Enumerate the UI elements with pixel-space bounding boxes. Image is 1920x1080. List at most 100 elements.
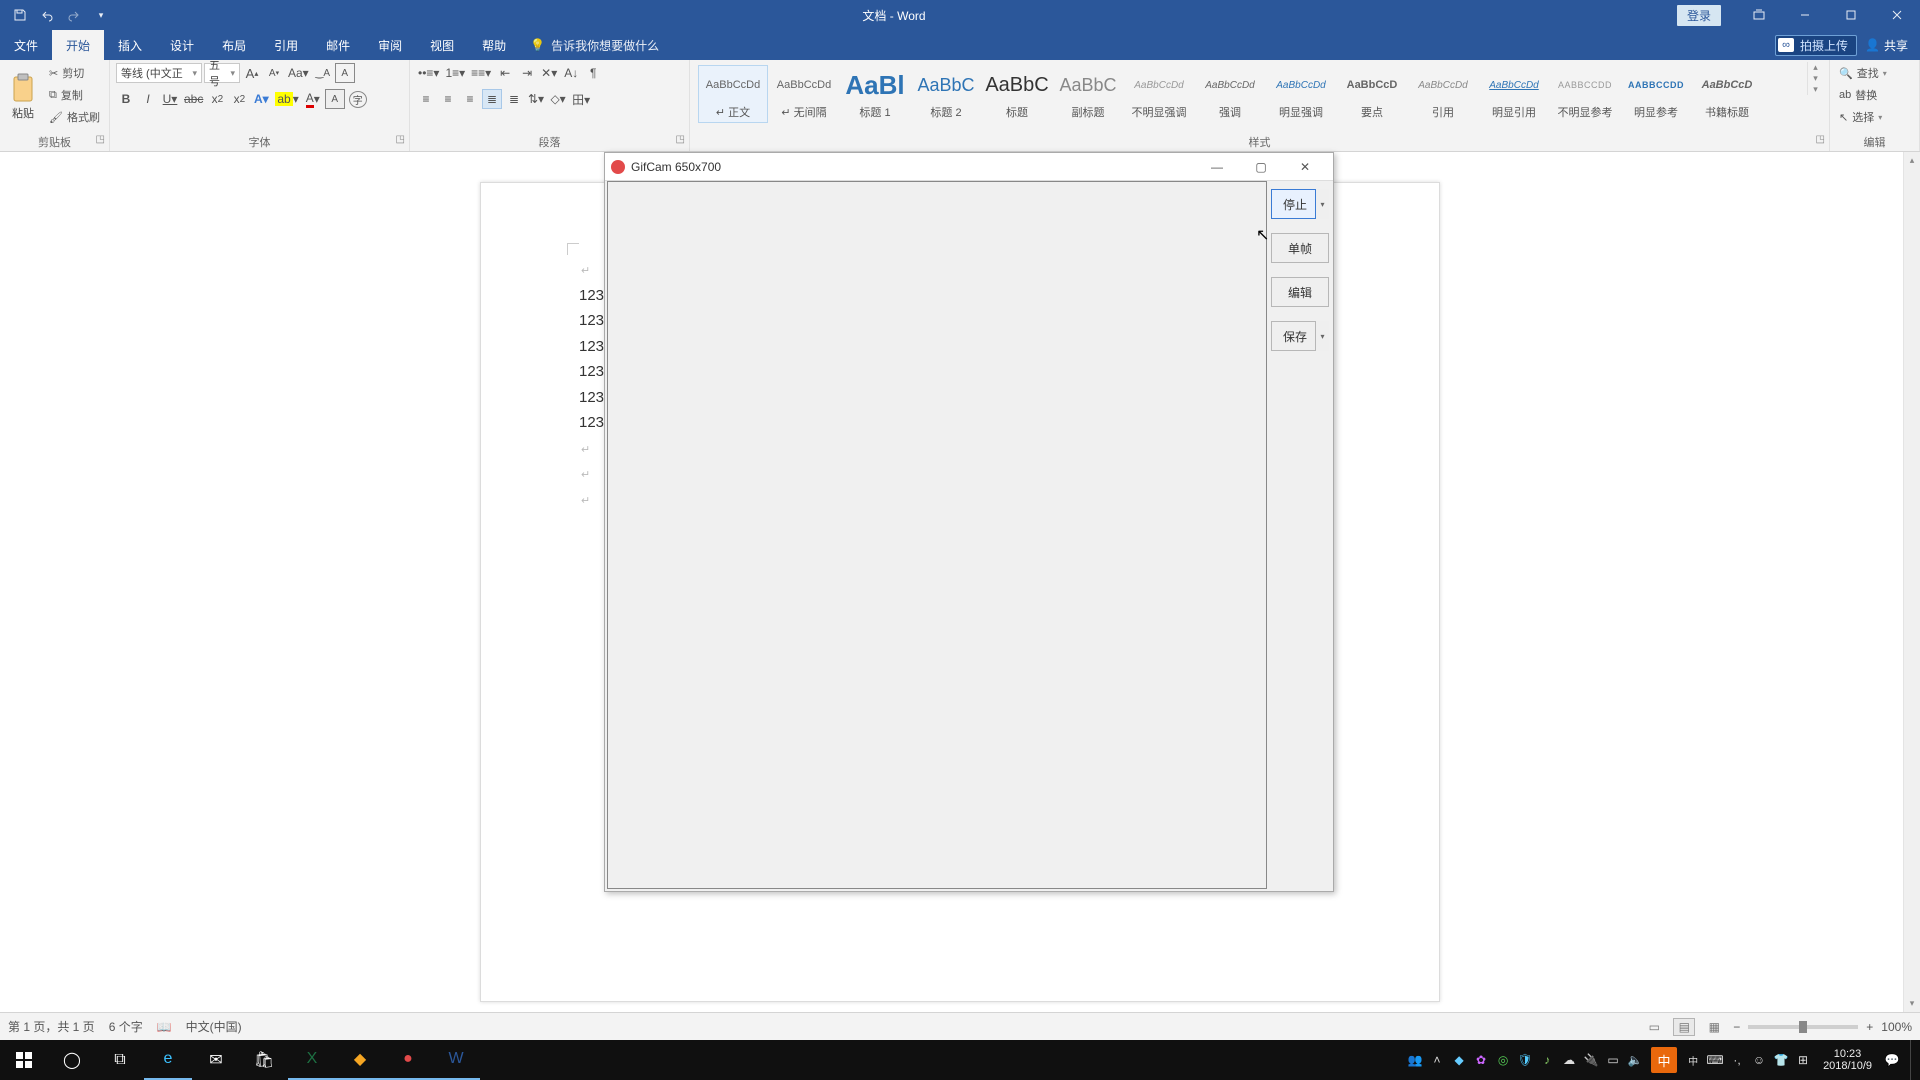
- style-item-9[interactable]: AaBbCcD要点: [1337, 65, 1407, 123]
- taskbar-word[interactable]: W: [432, 1040, 480, 1080]
- chevron-down-icon[interactable]: ▾: [1315, 321, 1329, 351]
- tray-note-icon[interactable]: ♪: [1537, 1040, 1557, 1080]
- underline-button[interactable]: U▾: [160, 89, 180, 109]
- gifcam-save-button[interactable]: 保存 ▾: [1271, 321, 1329, 351]
- show-marks-button[interactable]: ¶: [583, 63, 603, 83]
- zoom-in-button[interactable]: +: [1866, 1020, 1873, 1034]
- style-item-10[interactable]: AaBbCcDd引用: [1408, 65, 1478, 123]
- start-button[interactable]: [0, 1040, 48, 1080]
- tray-network-icon[interactable]: ▭: [1603, 1040, 1623, 1080]
- tray-app1-icon[interactable]: ◆: [1449, 1040, 1469, 1080]
- tray-app2-icon[interactable]: ✿: [1471, 1040, 1491, 1080]
- decrease-indent-button[interactable]: ⇤: [495, 63, 515, 83]
- styles-scroll-down[interactable]: ▾: [1808, 73, 1823, 84]
- gifcam-close-icon[interactable]: ✕: [1283, 155, 1327, 179]
- style-item-6[interactable]: AaBbCcDd不明显强调: [1124, 65, 1194, 123]
- tray-shield-icon[interactable]: ◎: [1493, 1040, 1513, 1080]
- style-item-1[interactable]: AaBbCcDd↵ 无间隔: [769, 65, 839, 123]
- tab-file[interactable]: 文件: [0, 30, 52, 60]
- tab-insert[interactable]: 插入: [104, 30, 156, 60]
- font-size-combo[interactable]: 五号▾: [204, 63, 240, 83]
- redo-icon[interactable]: [64, 5, 84, 25]
- minimize-icon[interactable]: [1782, 0, 1828, 30]
- tab-help[interactable]: 帮助: [468, 30, 520, 60]
- styles-gallery[interactable]: AaBbCcDd↵ 正文AaBbCcDd↵ 无间隔AaBl标题 1 AaBbC标题…: [696, 62, 1801, 126]
- spellcheck-icon[interactable]: 📖: [157, 1020, 172, 1034]
- bold-button[interactable]: B: [116, 89, 136, 109]
- qat-customize-icon[interactable]: ▾: [91, 5, 111, 25]
- shading-button[interactable]: ◇▾: [548, 89, 568, 109]
- scroll-track[interactable]: [1904, 169, 1920, 995]
- tray-people-icon[interactable]: 👥: [1405, 1040, 1425, 1080]
- scroll-down-icon[interactable]: ▾: [1904, 995, 1920, 1012]
- language-indicator[interactable]: 中文(中国): [186, 1018, 242, 1035]
- tray-power-icon[interactable]: 🔌: [1581, 1040, 1601, 1080]
- tray-volume-icon[interactable]: 🔈: [1625, 1040, 1645, 1080]
- share-button[interactable]: 👤 共享: [1865, 37, 1908, 54]
- gifcam-capture-area[interactable]: [607, 181, 1267, 889]
- save-icon[interactable]: [10, 5, 30, 25]
- increase-indent-button[interactable]: ⇥: [517, 63, 537, 83]
- tray-ime-lang-icon[interactable]: 中: [1683, 1040, 1703, 1080]
- styles-launcher-icon[interactable]: ◳: [1816, 134, 1825, 145]
- justify-button[interactable]: ≣: [482, 89, 502, 109]
- style-item-4[interactable]: AaBbC标题: [982, 65, 1052, 123]
- zoom-thumb[interactable]: [1799, 1021, 1807, 1033]
- font-launcher-icon[interactable]: ◳: [396, 134, 405, 145]
- zoom-slider[interactable]: [1748, 1025, 1858, 1029]
- find-button[interactable]: 🔍查找▾: [1836, 62, 1890, 84]
- show-desktop-button[interactable]: [1910, 1040, 1916, 1080]
- tray-up-icon[interactable]: ˄: [1427, 1040, 1447, 1080]
- cut-button[interactable]: ✂剪切: [46, 62, 103, 84]
- login-button[interactable]: 登录: [1677, 5, 1721, 26]
- cloud-upload-button[interactable]: ∞ 拍摄上传: [1775, 35, 1857, 56]
- read-mode-icon[interactable]: ▭: [1643, 1018, 1665, 1036]
- paragraph-launcher-icon[interactable]: ◳: [676, 134, 685, 145]
- style-item-11[interactable]: AaBbCcDd明显引用: [1479, 65, 1549, 123]
- tab-layout[interactable]: 布局: [208, 30, 260, 60]
- enclose-char-button[interactable]: 字: [347, 89, 369, 109]
- chevron-down-icon[interactable]: ▾: [1315, 189, 1329, 219]
- tab-mailings[interactable]: 邮件: [312, 30, 364, 60]
- tray-punct-icon[interactable]: ·,: [1727, 1040, 1747, 1080]
- gifcam-frame-button[interactable]: 单帧: [1271, 233, 1329, 263]
- tab-review[interactable]: 审阅: [364, 30, 416, 60]
- char-shading-button[interactable]: A: [325, 89, 345, 109]
- ribbon-display-options-icon[interactable]: [1736, 0, 1782, 30]
- tell-me-search[interactable]: 💡 告诉我你想要做什么: [520, 30, 669, 60]
- taskbar-app-orange[interactable]: ◆: [336, 1040, 384, 1080]
- taskbar-clock[interactable]: 10:23 2018/10/9: [1815, 1048, 1880, 1072]
- align-right-button[interactable]: ≡: [460, 89, 480, 109]
- format-painter-button[interactable]: 🖌格式刷: [46, 106, 103, 128]
- scroll-up-icon[interactable]: ▴: [1904, 152, 1920, 169]
- print-layout-icon[interactable]: ▤: [1673, 1018, 1695, 1036]
- strike-button[interactable]: abc: [182, 89, 205, 109]
- highlight-button[interactable]: ab▾: [273, 89, 300, 109]
- styles-scroll-up[interactable]: ▴: [1808, 62, 1823, 73]
- style-item-5[interactable]: AaBbC副标题: [1053, 65, 1123, 123]
- font-color-button[interactable]: A▾: [303, 89, 323, 109]
- taskbar-mail[interactable]: ✉: [192, 1040, 240, 1080]
- tray-toolbox-icon[interactable]: ⊞: [1793, 1040, 1813, 1080]
- close-icon[interactable]: [1874, 0, 1920, 30]
- styles-expand[interactable]: ▾: [1808, 84, 1823, 95]
- gifcam-stop-button[interactable]: 停止 ▾: [1271, 189, 1329, 219]
- borders-button[interactable]: 田▾: [570, 89, 592, 109]
- style-item-2[interactable]: AaBl标题 1: [840, 65, 910, 123]
- select-button[interactable]: ↖选择▾: [1836, 106, 1890, 128]
- taskbar-store[interactable]: 🛍: [240, 1040, 288, 1080]
- tray-cloud-icon[interactable]: ☁: [1559, 1040, 1579, 1080]
- multilevel-button[interactable]: ≡≡▾: [469, 63, 493, 83]
- word-count[interactable]: 6 个字: [109, 1018, 143, 1035]
- copy-button[interactable]: ⧉复制: [46, 84, 103, 106]
- line-spacing-button[interactable]: ⇅▾: [526, 89, 546, 109]
- style-item-8[interactable]: AaBbCcDd明显强调: [1266, 65, 1336, 123]
- asian-layout-button[interactable]: ✕▾: [539, 63, 559, 83]
- action-center-icon[interactable]: 💬: [1882, 1040, 1902, 1080]
- style-item-14[interactable]: AaBbCcD书籍标题: [1692, 65, 1762, 123]
- style-item-0[interactable]: AaBbCcDd↵ 正文: [698, 65, 768, 123]
- undo-icon[interactable]: [37, 5, 57, 25]
- tab-home[interactable]: 开始: [52, 30, 104, 60]
- change-case-button[interactable]: Aa▾: [286, 63, 311, 83]
- text-effects-button[interactable]: A▾: [251, 89, 271, 109]
